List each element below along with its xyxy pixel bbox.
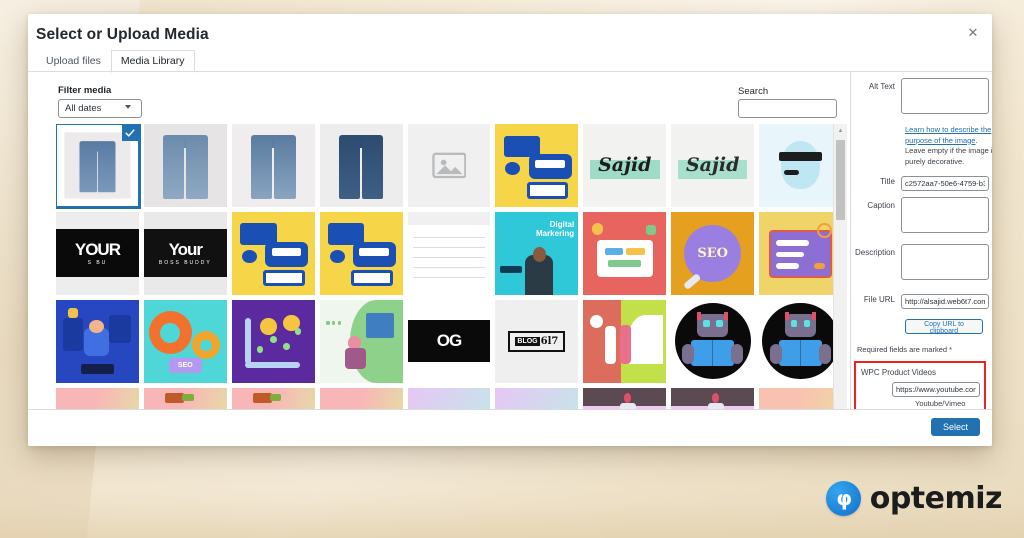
- caption-input[interactable]: [901, 197, 989, 233]
- media-item-robot-chat-yellow-a[interactable]: [231, 211, 315, 295]
- media-item-team-illustration-lime[interactable]: [583, 299, 667, 383]
- media-item-your-boss-buddy-light[interactable]: Your BOSS BUDDY: [143, 211, 227, 295]
- search-input[interactable]: [738, 99, 837, 118]
- close-icon[interactable]: ✕: [960, 20, 986, 46]
- media-item-document-lines[interactable]: [407, 211, 491, 295]
- description-label: Description: [854, 248, 895, 257]
- optemiz-mark-icon: φ: [825, 481, 861, 516]
- media-item-robot-chat-yellow-b[interactable]: [319, 211, 403, 295]
- optemiz-glyph: φ: [836, 485, 852, 510]
- media-item-image-placeholder[interactable]: [407, 124, 491, 207]
- tabs-divider: [28, 71, 992, 72]
- media-item-blog-logo-og[interactable]: OG: [407, 299, 491, 383]
- scroll-up-icon[interactable]: ▲: [834, 124, 847, 137]
- search-label: Search: [738, 86, 769, 97]
- media-item-jeans-light[interactable]: [56, 124, 141, 209]
- media-item-robot-reading-book-b[interactable]: [759, 299, 842, 383]
- copy-url-button[interactable]: Copy URL to clipboard: [905, 319, 983, 335]
- media-item-digital-marketing-banner[interactable]: Digital Markering: [495, 211, 579, 295]
- media-item-sajid-signature-small[interactable]: Sajid: [671, 124, 755, 207]
- title-field: Title: [851, 173, 989, 191]
- alt-text-label: Alt Text: [868, 82, 895, 91]
- required-fields-note: Required fields are marked *: [857, 345, 953, 354]
- attachment-details-panel: Alt Text Learn how to describe the purpo…: [850, 72, 992, 424]
- file-url-input[interactable]: [901, 294, 989, 309]
- alt-text-field: Alt Text: [851, 78, 989, 119]
- grid-scrollbar[interactable]: ▲ ▼: [833, 124, 847, 424]
- wpc-section-title: WPC Product Videos: [861, 368, 936, 377]
- media-item-developer-illustration-blue[interactable]: [56, 299, 139, 383]
- select-button[interactable]: Select: [930, 418, 980, 436]
- file-url-field: File URL: [851, 291, 989, 309]
- media-tabs: Upload files Media Library: [36, 50, 195, 73]
- caption-label: Caption: [867, 201, 895, 210]
- media-item-seo-gears-teal[interactable]: SEO: [143, 299, 227, 383]
- tab-media-library[interactable]: Media Library: [110, 50, 195, 73]
- media-item-sajid-signature-dark[interactable]: Sajid: [583, 124, 667, 207]
- media-item-blog6l7-logo[interactable]: BLOG 6l7: [495, 299, 579, 383]
- file-url-label: File URL: [863, 295, 895, 304]
- filter-media-label: Filter media: [58, 85, 112, 96]
- media-modal: Select or Upload Media ✕ Upload files Med…: [28, 14, 992, 446]
- title-label: Title: [880, 177, 895, 186]
- wpc-video-url-field: [861, 382, 980, 397]
- tab-upload-files[interactable]: Upload files: [36, 50, 111, 73]
- media-item-marketing-illustration-red[interactable]: [583, 211, 667, 295]
- description-field: Description: [851, 244, 989, 285]
- media-item-avatar-sunglasses[interactable]: [759, 124, 842, 207]
- alt-text-helper: Learn how to describe the purpose of the…: [905, 125, 992, 167]
- media-item-your-boss-buddy-dark[interactable]: YOUR S BU: [56, 211, 139, 295]
- media-item-seo-badge-orange[interactable]: SEO: [671, 211, 755, 295]
- media-item-robot-mascot-yellow[interactable]: [495, 124, 579, 207]
- title-input[interactable]: [901, 176, 989, 191]
- filter-date-select[interactable]: All dates: [58, 99, 142, 118]
- media-item-robot-reading-book-a[interactable]: [671, 299, 755, 383]
- describe-image-link[interactable]: Learn how to describe the purpose of the…: [905, 125, 991, 145]
- wpc-video-url-input[interactable]: [892, 382, 980, 397]
- media-item-jeans-faded[interactable]: [143, 124, 227, 207]
- page-title: Select or Upload Media: [36, 26, 209, 43]
- media-item-workspace-illustration-green[interactable]: [319, 299, 403, 383]
- scrollbar-thumb[interactable]: [836, 140, 845, 220]
- modal-footer: Select: [28, 409, 992, 446]
- media-item-landing-page-purple[interactable]: [759, 211, 842, 295]
- selected-check-icon: [121, 124, 139, 141]
- description-input[interactable]: [901, 244, 989, 280]
- media-item-jeans-dark[interactable]: [319, 124, 403, 207]
- optemiz-logo: φ optemiz: [825, 481, 1003, 516]
- alt-text-input[interactable]: [901, 78, 989, 114]
- caption-field: Caption: [851, 197, 989, 238]
- media-grid: Sajid Sajid YOUR S BU Your BOSS BUDDY Di…: [56, 124, 842, 424]
- media-item-jeans-straight[interactable]: [231, 124, 315, 207]
- media-item-growth-chart-purple[interactable]: [231, 299, 315, 383]
- optemiz-wordmark: optemiz: [869, 481, 1003, 516]
